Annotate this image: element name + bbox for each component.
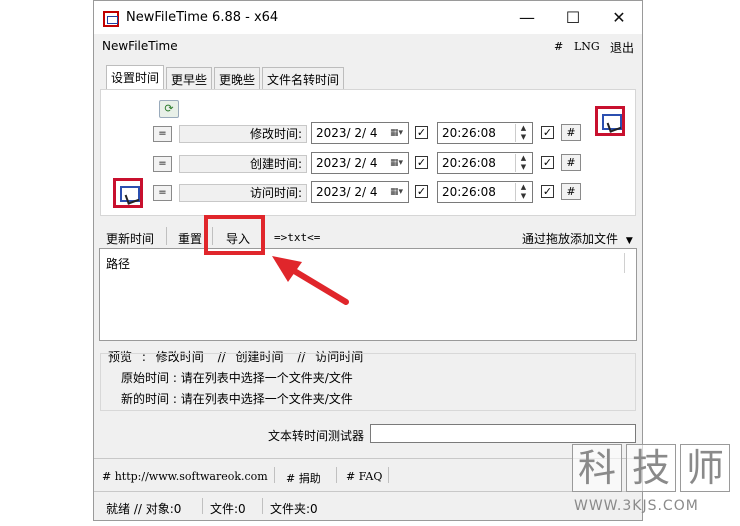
file-time-icon-left[interactable] [113,178,143,208]
modified-time-value: 20:26:08 [442,126,496,140]
app-window: NewFileTime 6.88 - x64 — ☐ ✕ NewFileTime… [93,0,643,521]
time-spinner-icon[interactable]: ▲ ▼ [515,183,531,201]
modified-time-checkbox[interactable]: ✓ [541,126,554,139]
new-time-value: : 请在列表中选择一个文件夹/文件 [172,392,353,406]
watermark-char-2: 技 [626,444,676,492]
created-date-checkbox[interactable]: ✓ [415,156,428,169]
preview-line: 预览 : 修改时间 // 创建时间 // 访问时间 [108,348,363,365]
title-bar: NewFileTime 6.88 - x64 — ☐ ✕ [94,1,642,34]
modified-time-field[interactable]: 20:26:08 ▲ ▼ [437,122,533,144]
faq-link[interactable]: # FAQ [346,470,382,483]
menu-hash[interactable]: # [554,40,563,53]
accessed-date-checkbox[interactable]: ✓ [415,185,428,198]
time-spinner-icon[interactable]: ▲ ▼ [515,154,531,172]
preview-slash-2: // [297,350,306,364]
modified-date-checkbox[interactable]: ✓ [415,126,428,139]
footer-separator [274,467,275,483]
equal-button-modified[interactable]: = [153,126,172,142]
original-time-label: 原始时间 [121,371,170,385]
equal-button-accessed[interactable]: = [153,185,172,201]
status-folders: 文件夹:0 [270,502,318,516]
preview-colon: : [141,350,146,364]
menu-bar: NewFileTime # LNG 退出 [94,34,642,58]
modified-date-value: 2023/ 2/ 4 [316,126,378,140]
accessed-date-value: 2023/ 2/ 4 [316,185,378,199]
status-separator [262,498,263,514]
app-icon [103,11,119,27]
watermark-char-3: 师 [680,444,730,492]
refresh-icon[interactable]: ⟳ [159,100,179,118]
status-ready: 就绪 // 对象:0 [106,502,182,516]
chevron-down-icon: ▼ [625,236,633,246]
minimize-button[interactable]: — [504,1,550,34]
created-date-picker[interactable]: 2023/ 2/ 4 ▦▾ [311,152,409,174]
hash-button-modified[interactable]: # [561,124,581,141]
equal-button-created[interactable]: = [153,156,172,172]
file-time-icon-right[interactable] [595,106,625,136]
file-list[interactable]: 路径 [99,248,637,341]
original-time-line: 原始时间 : 请在列表中选择一个文件夹/文件 [121,369,353,386]
hash-button-accessed[interactable]: # [561,183,581,200]
tab-set-time[interactable]: 设置时间 [106,65,165,89]
drag-add-files-dropdown[interactable]: 通过拖放添加文件 ▼ [522,230,633,247]
created-time-label: 创建时间: [179,155,307,173]
menu-language[interactable]: LNG [574,40,600,53]
preview-accessed: 访问时间 [315,350,364,364]
status-files: 文件:0 [210,502,246,516]
preview-label: 预览 [108,350,133,364]
tab-later[interactable]: 更晚些 [214,67,261,89]
donate-link[interactable]: # 捐助 [286,470,321,486]
preview-modified: 修改时间 [155,350,204,364]
hash-button-created[interactable]: # [561,154,581,171]
annotation-arrow-icon [272,256,349,305]
calendar-dropdown-icon[interactable]: ▦▾ [390,157,404,169]
footer-separator [336,467,337,483]
drag-add-label: 通过拖放添加文件 [522,232,619,246]
modified-date-picker[interactable]: 2023/ 2/ 4 ▦▾ [311,122,409,144]
preview-created: 创建时间 [235,350,284,364]
tab-filename-to-time[interactable]: 文件名转时间 [262,67,345,89]
calendar-dropdown-icon[interactable]: ▦▾ [390,186,404,198]
accessed-time-label: 访问时间: [179,184,307,202]
new-time-label: 新的时间 [121,392,170,406]
status-divider [94,491,642,492]
column-header-path[interactable]: 路径 [106,255,130,272]
toolbar-separator [166,227,167,245]
preview-slash-1: // [217,350,226,364]
column-divider [624,253,625,273]
accessed-time-value: 20:26:08 [442,185,496,199]
created-time-field[interactable]: 20:26:08 ▲ ▼ [437,152,533,174]
time-spinner-icon[interactable]: ▲ ▼ [515,124,531,142]
watermark: 科 技 师 WWW.3KJS.COM [572,444,732,520]
modified-time-label: 修改时间: [179,125,307,143]
accessed-time-checkbox[interactable]: ✓ [541,185,554,198]
window-title: NewFileTime 6.88 - x64 [126,10,279,25]
calendar-dropdown-icon[interactable]: ▦▾ [390,127,404,139]
created-date-value: 2023/ 2/ 4 [316,156,378,170]
update-time-button[interactable]: 更新时间 [106,230,154,247]
txt-export-button[interactable]: =>txt<= [274,231,320,244]
created-time-value: 20:26:08 [442,156,496,170]
status-separator [202,498,203,514]
close-button[interactable]: ✕ [596,1,642,34]
menu-app-name[interactable]: NewFileTime [102,39,178,53]
text-time-tester-input[interactable] [370,424,636,443]
created-time-checkbox[interactable]: ✓ [541,156,554,169]
website-link[interactable]: # http://www.softwareok.com [102,470,268,483]
footer-separator [388,467,389,483]
accessed-date-picker[interactable]: 2023/ 2/ 4 ▦▾ [311,181,409,203]
time-settings-panel: ⟳ = 修改时间: 2023/ 2/ 4 ▦▾ ✓ 20:26:08 ▲ ▼ ✓ … [100,89,636,216]
watermark-url: WWW.3KJS.COM [574,498,699,514]
tab-earlier[interactable]: 更早些 [166,67,213,89]
import-highlight-box [204,215,265,255]
new-time-line: 新的时间 : 请在列表中选择一个文件夹/文件 [121,390,353,407]
maximize-button[interactable]: ☐ [550,1,596,34]
accessed-time-field[interactable]: 20:26:08 ▲ ▼ [437,181,533,203]
footer-divider [94,458,642,459]
original-time-value: : 请在列表中选择一个文件夹/文件 [172,371,353,385]
text-time-tester-label: 文本转时间测试器 [268,429,365,443]
menu-exit[interactable]: 退出 [610,39,634,56]
reset-button[interactable]: 重置 [178,230,202,247]
watermark-char-1: 科 [572,444,622,492]
